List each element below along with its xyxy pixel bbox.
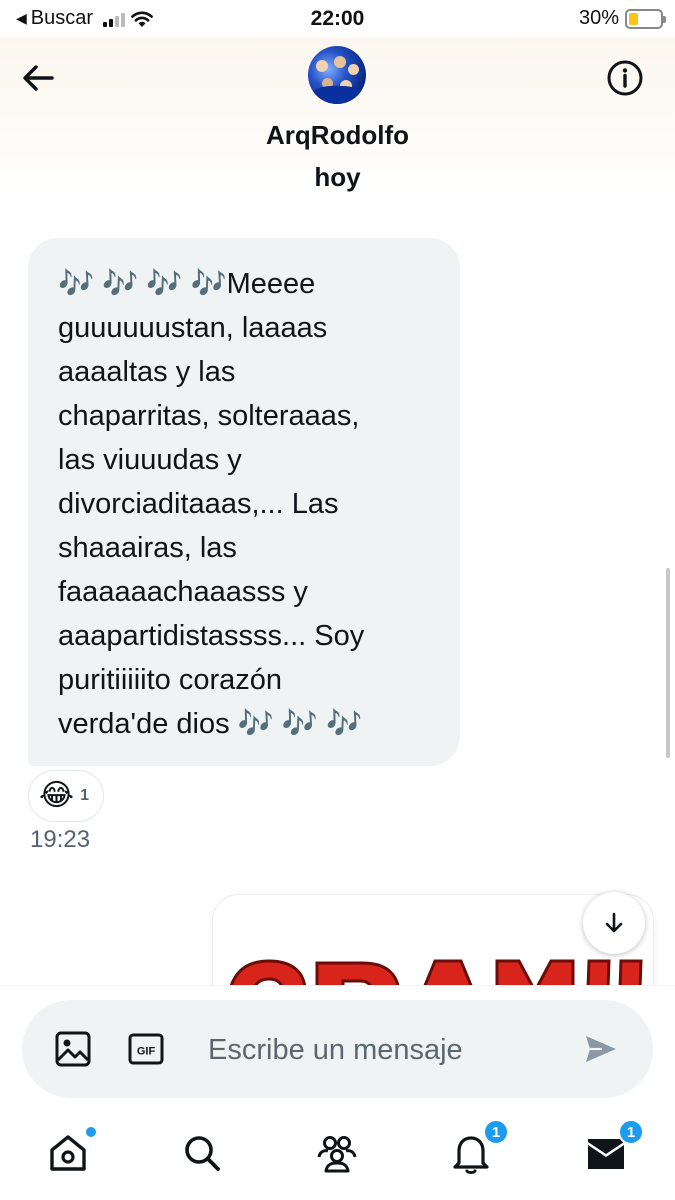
scroll-to-bottom-button[interactable] [583, 892, 645, 954]
send-icon[interactable] [582, 1030, 620, 1068]
day-separator: hoy [314, 162, 361, 192]
laughing-crying-emoji-icon: 😂 [39, 779, 75, 812]
battery-percent: 30% [578, 7, 619, 29]
message-line: verda'de dios 🎶 🎶 🎶 [58, 708, 363, 740]
home-unread-dot [86, 1127, 96, 1137]
notifications-badge: 1 [483, 1119, 509, 1145]
tab-notifications[interactable]: 1 [449, 1119, 509, 1175]
messages-badge: 1 [618, 1119, 644, 1145]
tab-messages[interactable]: 1 [584, 1119, 644, 1175]
battery-icon [625, 8, 666, 29]
communities-icon [317, 1136, 357, 1173]
tab-communities[interactable] [315, 1131, 359, 1175]
message-line: divorciaditaaas,... Las [58, 488, 339, 520]
status-right: 30% [578, 7, 666, 30]
conversation-header: ArqRodolfo hoy [0, 38, 675, 208]
message-timestamp: 19:23 [30, 826, 91, 853]
arrow-left-icon[interactable] [18, 58, 58, 98]
info-icon[interactable] [605, 58, 645, 98]
message-line: puritiiiiito corazón [58, 664, 283, 696]
contact-name[interactable]: ArqRodolfo [0, 120, 675, 151]
status-bar: ◀ Buscar 22:00 30% [0, 0, 675, 38]
gif-button[interactable]: GIF [128, 1031, 164, 1067]
received-message-bubble[interactable]: 🎶 🎶 🎶 🎶Meeee guuuuuustan, laaaas aaaalta… [28, 238, 460, 766]
message-line: aaaaltas y las [58, 356, 236, 388]
message-line: las viuuudas y [58, 444, 242, 476]
message-input[interactable] [208, 1030, 538, 1070]
message-line: aaapartidistassss... Soy [58, 620, 365, 652]
gif-label: GIF [137, 1046, 156, 1058]
home-icon [50, 1135, 86, 1171]
reaction-pill[interactable]: 😂 1 [28, 770, 104, 822]
message-line: shaaairas, las [58, 532, 237, 564]
gif-icon: GIF [128, 1033, 164, 1065]
message-line: 🎶 🎶 🎶 🎶Meeee [58, 268, 316, 300]
message-line: guuuuuustan, laaaas [58, 312, 328, 344]
reaction-count: 1 [80, 787, 89, 804]
message-line: faaaaaachaaasss y [58, 576, 308, 608]
contact-avatar[interactable] [308, 46, 366, 104]
image-icon[interactable] [54, 1030, 92, 1068]
dm-conversation-screen: ◀ Buscar 22:00 30% ArqRodolfo hoy 🎶 🎶 🎶 … [0, 0, 675, 1200]
bottom-tab-bar: 1 1 [0, 1119, 675, 1200]
message-line: chaparritas, solteraaas, [58, 400, 360, 432]
message-composer: GIF [22, 1000, 653, 1098]
arrow-down-icon [605, 912, 623, 933]
tab-search[interactable] [180, 1131, 224, 1175]
tab-home[interactable] [46, 1127, 96, 1175]
status-time: 22:00 [310, 7, 365, 30]
vertical-scrollbar[interactable] [666, 568, 670, 758]
search-icon [185, 1136, 220, 1171]
